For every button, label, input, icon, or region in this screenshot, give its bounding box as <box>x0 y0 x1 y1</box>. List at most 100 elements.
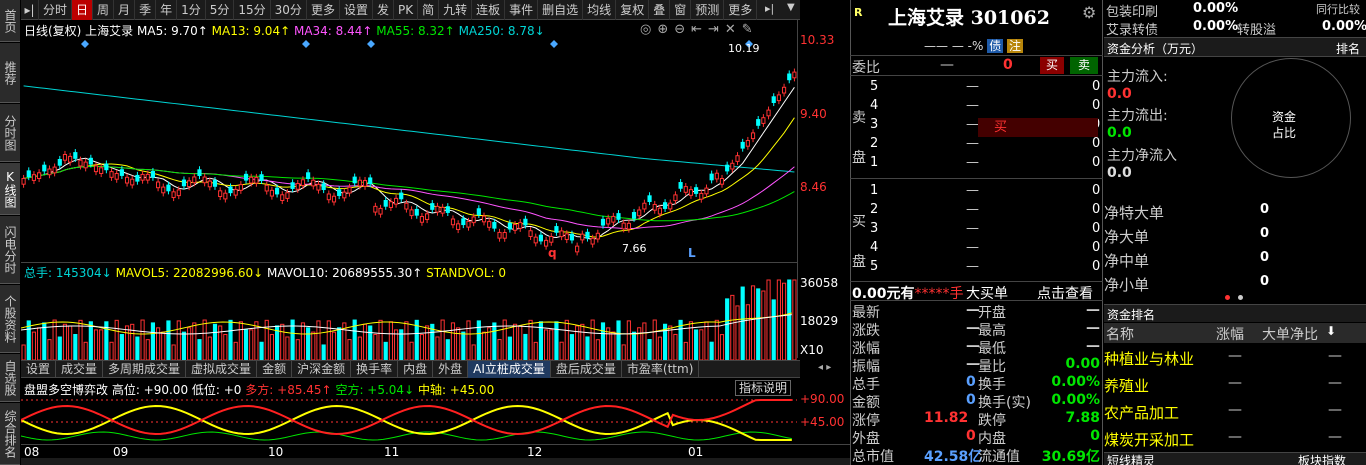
candle-body <box>218 190 223 198</box>
indicator-tab-4[interactable]: 金额 <box>257 361 293 378</box>
indicator-help-button[interactable]: 指标说明 <box>735 380 792 396</box>
left-tab-2[interactable]: 分时图 <box>0 104 20 162</box>
stock-sub-text: —— — -% <box>924 39 988 53</box>
sell-button[interactable]: 卖 <box>1070 57 1098 74</box>
toolbar-item-3[interactable]: 月 <box>114 0 136 20</box>
badge-zhai[interactable]: 债 <box>987 39 1004 53</box>
toolbar-item-21[interactable]: 叠 <box>649 0 671 20</box>
toolbar-item-10[interactable]: 更多 <box>307 0 340 20</box>
volume-bar <box>21 344 26 360</box>
event-marker-icon[interactable] <box>302 40 310 48</box>
kline-chart[interactable] <box>21 36 797 264</box>
buy-level-price: — <box>966 240 979 255</box>
indicator-tab-1[interactable]: 成交量 <box>56 361 104 378</box>
toolbar-item-8[interactable]: 15分 <box>234 0 271 20</box>
volume-bar <box>626 320 631 360</box>
volume-bar <box>238 321 243 360</box>
l-marker: L <box>688 246 696 260</box>
toolbar-item-0[interactable]: 分时 <box>39 0 73 20</box>
toolbar-item-9[interactable]: 30分 <box>271 0 307 20</box>
fund-rank-link[interactable]: 排名 <box>1336 40 1360 57</box>
indicator-tab-8[interactable]: 外盘 <box>433 361 469 378</box>
left-tab-6[interactable]: 自选股 <box>0 354 20 402</box>
rank-row-name[interactable]: 煤炭开采加工 <box>1104 429 1194 450</box>
toolbar-item-15[interactable]: 九转 <box>439 0 473 20</box>
indicator-chart[interactable] <box>21 396 797 444</box>
toolbar-dropdown-icon[interactable]: ▼ <box>787 2 795 13</box>
candle-body <box>745 140 750 147</box>
event-marker-icon[interactable] <box>81 40 89 48</box>
rank-row-name[interactable]: 养殖业 <box>1104 375 1149 396</box>
toolbar-item-24[interactable]: 更多 <box>724 0 758 20</box>
rank-header-2[interactable]: 大单净比 <box>1262 324 1318 344</box>
indicator-tab-10[interactable]: 盘后成交量 <box>551 361 622 378</box>
toolbar-item-20[interactable]: 复权 <box>616 0 650 20</box>
rank-row-name[interactable]: 农产品加工 <box>1104 402 1179 423</box>
toolbar-item-14[interactable]: 简 <box>418 0 440 20</box>
short-line-tab[interactable]: 短线精灵 <box>1107 452 1155 465</box>
toolbar-item-11[interactable]: 设置 <box>340 0 373 20</box>
toolbar-item-1[interactable]: 日 <box>72 0 94 20</box>
event-marker-icon[interactable] <box>367 40 375 48</box>
indicator-tab-0[interactable]: 设置 <box>21 361 57 378</box>
toolbar-item-22[interactable]: 窗 <box>670 0 692 20</box>
indicator-tab-2[interactable]: 多周期成交量 <box>103 361 187 378</box>
buy-level-num: 5 <box>870 259 879 274</box>
top-row-label-2[interactable]: 同行比较 <box>1316 1 1360 17</box>
rank-title[interactable]: 资金排名 <box>1107 306 1155 323</box>
rank-header-0[interactable]: 名称 <box>1106 324 1134 344</box>
pager-dot[interactable] <box>1238 295 1243 300</box>
candle-body <box>311 179 316 187</box>
candle-body <box>62 154 68 161</box>
rank-row-name[interactable]: 种植业与林业 <box>1104 348 1194 369</box>
left-tab-5[interactable]: 个股资料 <box>0 285 20 353</box>
candle-body <box>792 71 797 79</box>
toolbar-item-18[interactable]: 删自选 <box>538 0 584 20</box>
toolbar-scroll-icons[interactable]: ▸| <box>765 2 774 15</box>
volume-bar <box>616 320 621 360</box>
buy-button[interactable]: 买 <box>1040 57 1064 74</box>
toolbar-item-5[interactable]: 年 <box>156 0 178 20</box>
left-tab-1[interactable]: 推荐 <box>0 43 20 103</box>
toolbar-item-7[interactable]: 5分 <box>206 0 235 20</box>
toolbar-item-6[interactable]: 1分 <box>177 0 206 20</box>
toolbar-item-2[interactable]: 周 <box>93 0 115 20</box>
badge-zhu[interactable]: 注 <box>1007 39 1024 53</box>
pager-dot-active[interactable] <box>1225 295 1230 300</box>
candle-body <box>280 194 285 201</box>
left-tab-0[interactable]: 首页 <box>0 0 20 42</box>
r-badge: R <box>854 6 863 19</box>
volume-chart[interactable] <box>21 278 797 360</box>
sector-index-tab[interactable]: 板块指数 <box>1298 452 1346 465</box>
buy-level-num: 2 <box>870 202 879 217</box>
left-tab-7[interactable]: 综合排名 <box>0 403 20 465</box>
toolbar-item-19[interactable]: 均线 <box>583 0 617 20</box>
indicator-tab-11[interactable]: 市盈率(ttm) <box>622 361 700 378</box>
candle-body <box>425 213 430 221</box>
chart-tool-icons[interactable]: ◎⊕⊖⇤⇥✕✎ <box>640 22 759 37</box>
toolbar-item-13[interactable]: PK <box>394 0 419 20</box>
volume-bar <box>337 327 342 360</box>
indicator-tab-9[interactable]: AI立桩成交量 <box>468 361 551 378</box>
sort-arrow-icon[interactable]: ⬇ <box>1326 324 1336 338</box>
indicator-tab-6[interactable]: 换手率 <box>351 361 399 378</box>
toolbar-item-4[interactable]: 季 <box>135 0 157 20</box>
candle-body <box>476 208 481 215</box>
left-tab-3[interactable]: K线图 <box>0 163 20 215</box>
toolbar-prev-icon[interactable]: ▸| <box>21 0 39 20</box>
indicator-tab-3[interactable]: 虚拟成交量 <box>186 361 258 378</box>
left-tab-4[interactable]: 闪电分时 <box>0 216 20 284</box>
toolbar-item-23[interactable]: 预测 <box>691 0 725 20</box>
indicator-tab-7[interactable]: 内盘 <box>398 361 434 378</box>
event-marker-icon[interactable] <box>550 40 558 48</box>
bottom-tabs-scroll-icon[interactable]: ◂ ▸ <box>818 362 831 373</box>
toolbar-item-16[interactable]: 连板 <box>472 0 506 20</box>
toolbar-item-12[interactable]: 发 <box>373 0 394 20</box>
rank-header-1[interactable]: 涨幅 <box>1216 324 1244 344</box>
settings-gear-icon[interactable]: ⚙ <box>1082 3 1096 22</box>
toolbar-item-17[interactable]: 事件 <box>505 0 539 20</box>
indicator-tab-5[interactable]: 沪深金额 <box>292 361 352 378</box>
net-value: 0.0 <box>1107 165 1132 181</box>
volume-bar <box>745 304 750 360</box>
fund-title[interactable]: 资金分析（万元） <box>1107 40 1203 57</box>
